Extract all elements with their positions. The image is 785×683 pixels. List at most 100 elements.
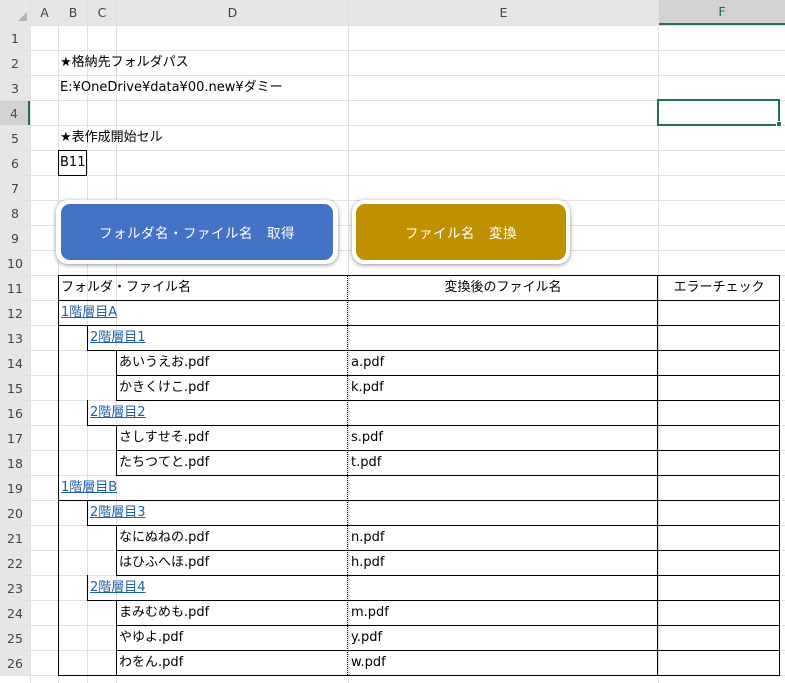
row-header-1[interactable]: 1 bbox=[0, 26, 30, 50]
row-border bbox=[116, 675, 780, 676]
indent-border bbox=[116, 525, 117, 550]
row-header-12[interactable]: 12 bbox=[0, 301, 30, 325]
converted-file-name[interactable]: y.pdf bbox=[351, 625, 382, 650]
row-header-16[interactable]: 16 bbox=[0, 401, 30, 425]
folder-link[interactable]: 2階層目4 bbox=[90, 575, 146, 600]
file-name: なにぬねの.pdf bbox=[119, 530, 210, 545]
file-name: さしすせそ.pdf bbox=[119, 430, 209, 445]
row-header-24[interactable]: 24 bbox=[0, 601, 30, 625]
row-header-17[interactable]: 17 bbox=[0, 426, 30, 450]
folder-path-value[interactable]: E:¥OneDrive¥data¥00.new¥ダミー bbox=[60, 75, 283, 100]
row-header-14[interactable]: 14 bbox=[0, 351, 30, 375]
file-name: まみむめも.pdf bbox=[119, 605, 210, 620]
row-header-7[interactable]: 7 bbox=[0, 176, 30, 200]
converted-file-name[interactable]: n.pdf bbox=[351, 525, 384, 550]
column-header-d[interactable]: D bbox=[117, 0, 348, 25]
converted-file-name[interactable]: a.pdf bbox=[351, 350, 384, 375]
error-check-cell[interactable] bbox=[658, 525, 780, 550]
error-check-cell[interactable] bbox=[658, 300, 780, 325]
indent-border bbox=[116, 625, 117, 650]
converted-file-name[interactable]: h.pdf bbox=[351, 550, 384, 575]
converted-file-name[interactable]: w.pdf bbox=[351, 650, 386, 675]
row-header-26[interactable]: 26 bbox=[0, 651, 30, 675]
gridline-horizontal bbox=[0, 150, 785, 151]
row-header-4[interactable]: 4 bbox=[0, 101, 30, 125]
converted-file-name[interactable]: s.pdf bbox=[351, 425, 383, 450]
row-header-6[interactable]: 6 bbox=[0, 151, 30, 175]
folder-link[interactable]: 2階層目2 bbox=[90, 400, 146, 425]
row-header-15[interactable]: 15 bbox=[0, 376, 30, 400]
error-check-cell[interactable] bbox=[658, 500, 780, 525]
error-check-cell[interactable] bbox=[658, 425, 780, 450]
row-header-23[interactable]: 23 bbox=[0, 576, 30, 600]
indent-border bbox=[116, 350, 117, 375]
indent-border bbox=[116, 550, 117, 575]
indent-border bbox=[116, 450, 117, 475]
row-header-21[interactable]: 21 bbox=[0, 526, 30, 550]
error-check-cell[interactable] bbox=[658, 550, 780, 575]
indent-border bbox=[87, 575, 88, 600]
error-check-cell[interactable] bbox=[658, 625, 780, 650]
folder-link[interactable]: 2階層目1 bbox=[90, 325, 146, 350]
folder-link[interactable]: 1階層目A bbox=[61, 300, 117, 325]
column-header-b[interactable]: B bbox=[59, 0, 87, 25]
file-name: かきくけこ.pdf bbox=[119, 380, 210, 395]
row-header-20[interactable]: 20 bbox=[0, 501, 30, 525]
indent-border bbox=[87, 500, 88, 525]
file-name: あいうえお.pdf bbox=[119, 355, 210, 370]
gridline-horizontal bbox=[0, 25, 785, 26]
row-header-13[interactable]: 13 bbox=[0, 326, 30, 350]
error-check-cell[interactable] bbox=[658, 375, 780, 400]
row-header-11[interactable]: 11 bbox=[0, 276, 30, 300]
fill-handle[interactable] bbox=[776, 121, 782, 127]
file-name: やゆよ.pdf bbox=[119, 630, 184, 645]
error-check-cell[interactable] bbox=[658, 325, 780, 350]
row-header-22[interactable]: 22 bbox=[0, 551, 30, 575]
row-header-25[interactable]: 25 bbox=[0, 626, 30, 650]
column-header-a[interactable]: A bbox=[31, 0, 58, 25]
start-cell-value[interactable]: B11 bbox=[60, 150, 85, 175]
gridline-horizontal bbox=[0, 175, 785, 176]
file-name: はひふへほ.pdf bbox=[119, 555, 210, 570]
indent-border bbox=[116, 600, 117, 625]
column-header-f[interactable]: F bbox=[659, 0, 785, 25]
header-name: フォルダ・ファイル名 bbox=[61, 280, 192, 295]
file-name: たちつてと.pdf bbox=[119, 455, 210, 470]
get-names-button[interactable]: フォルダ名・ファイル名 取得 bbox=[61, 204, 333, 260]
folder-link[interactable]: 1階層目B bbox=[61, 475, 117, 500]
error-check-cell[interactable] bbox=[658, 650, 780, 675]
row-header-19[interactable]: 19 bbox=[0, 476, 30, 500]
column-header-e[interactable]: E bbox=[349, 0, 658, 25]
row-header-3[interactable]: 3 bbox=[0, 76, 30, 100]
gridline-vertical bbox=[30, 0, 31, 683]
row-header-18[interactable]: 18 bbox=[0, 451, 30, 475]
start-cell-label: ★表作成開始セル bbox=[60, 130, 163, 145]
error-check-cell[interactable] bbox=[658, 575, 780, 600]
error-check-cell[interactable] bbox=[658, 475, 780, 500]
folder-link[interactable]: 2階層目3 bbox=[90, 500, 146, 525]
row-header-5[interactable]: 5 bbox=[0, 126, 30, 150]
error-check-cell[interactable] bbox=[658, 600, 780, 625]
header-error-check: エラーチェック bbox=[673, 280, 765, 295]
converted-file-name[interactable]: t.pdf bbox=[351, 450, 381, 475]
row-header-10[interactable]: 10 bbox=[0, 251, 30, 275]
indent-border bbox=[87, 400, 88, 425]
header-converted: 変換後のファイル名 bbox=[444, 280, 562, 295]
column-header-c[interactable]: C bbox=[88, 0, 116, 25]
row-header-2[interactable]: 2 bbox=[0, 51, 30, 75]
select-all-triangle-icon bbox=[18, 12, 27, 21]
converted-file-name[interactable]: m.pdf bbox=[351, 600, 389, 625]
error-check-cell[interactable] bbox=[658, 450, 780, 475]
selected-cell-f4[interactable] bbox=[657, 99, 780, 126]
row-header-8[interactable]: 8 bbox=[0, 201, 30, 225]
error-check-cell[interactable] bbox=[658, 400, 780, 425]
indent-border bbox=[116, 375, 117, 400]
converted-file-name[interactable]: k.pdf bbox=[351, 375, 384, 400]
file-name: わをん.pdf bbox=[119, 655, 184, 670]
convert-names-button[interactable]: ファイル名 変換 bbox=[356, 204, 566, 260]
row-header-9[interactable]: 9 bbox=[0, 226, 30, 250]
error-check-cell[interactable] bbox=[658, 350, 780, 375]
spreadsheet-grid[interactable]: A B C D E F 1 2 3 4 5 6 7 8 9 10 11 12 13 14 15 16 17 18 19 20 21 2… bbox=[0, 0, 785, 683]
indent-border bbox=[116, 650, 117, 675]
indent-border bbox=[116, 425, 117, 450]
